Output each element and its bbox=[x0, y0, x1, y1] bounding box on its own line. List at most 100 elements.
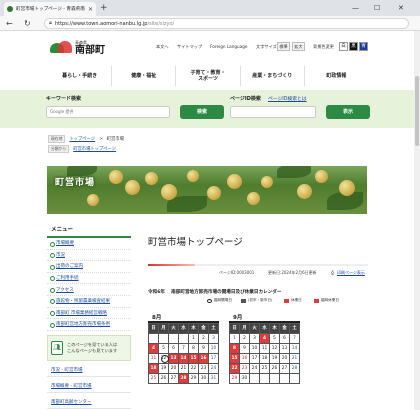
calendar-month-label: 9月 bbox=[229, 313, 300, 323]
keyword-search-label: キーワード検索 bbox=[46, 96, 82, 102]
calendar-day: 23 bbox=[199, 364, 209, 374]
keyword-search-input[interactable]: Google 提供 bbox=[46, 106, 170, 118]
site-logo[interactable]: 青森県 南部町 bbox=[50, 40, 105, 56]
calendar-day: 11 bbox=[149, 354, 159, 364]
calendar-day: 14 bbox=[290, 344, 300, 354]
skip-to-content-link[interactable]: 本文へ bbox=[156, 44, 169, 50]
keyword-search-button[interactable]: 検索 bbox=[180, 105, 224, 119]
gnav-living[interactable]: 暮らし・手続き bbox=[48, 66, 111, 86]
breadcrumb-home-link[interactable]: トップページ bbox=[69, 136, 95, 142]
calendar-day: 29 bbox=[189, 374, 199, 384]
calendar-day: 12 bbox=[270, 344, 280, 354]
pageid-input[interactable] bbox=[230, 106, 316, 118]
calendar-day: 17 bbox=[250, 354, 260, 364]
bg-blue-button[interactable]: 青 bbox=[359, 42, 368, 51]
gnav-childcare[interactable]: 子育て・教育・ スポーツ bbox=[175, 66, 239, 86]
weekday-header: 火 bbox=[250, 324, 260, 334]
url-host: https://www.town.aomori-nanbu.lg.jp bbox=[54, 20, 148, 27]
legend-circle-icon bbox=[207, 298, 212, 303]
breadcrumb-separator: > bbox=[99, 136, 103, 142]
print-page-link[interactable]: 印刷ページ表示 bbox=[337, 270, 365, 276]
sidebar-item-shipping-guide[interactable]: 出荷のご案内 bbox=[47, 261, 131, 273]
tab-close-icon[interactable]: ✕ bbox=[88, 6, 93, 13]
related-pages-box: 👥︎ このページを見ている人は こんなページも見ています bbox=[47, 335, 131, 361]
bg-black-button[interactable]: 黒 bbox=[349, 42, 358, 51]
calendar-day: 5 bbox=[270, 334, 280, 344]
reload-icon[interactable]: ↻ bbox=[24, 18, 31, 29]
scrollbar-thumb[interactable] bbox=[415, 76, 419, 146]
category-breadcrumb: 分類から 町営市場トップページ bbox=[48, 145, 116, 153]
background-color-label: 背景色変更 bbox=[313, 44, 334, 49]
related-link-overview[interactable]: 市場概要 - 町営市場 bbox=[47, 380, 131, 393]
calendar-day: 1 bbox=[230, 334, 240, 344]
calendar-day: 4 bbox=[260, 334, 270, 344]
gnav-health[interactable]: 健康・福祉 bbox=[111, 66, 175, 86]
back-icon[interactable]: ← bbox=[6, 18, 13, 29]
font-standard-button[interactable]: 標準 bbox=[277, 42, 290, 51]
sitemap-link[interactable]: サイトマップ bbox=[177, 44, 202, 50]
calendar-day: 3 bbox=[250, 334, 260, 344]
weekday-header: 金 bbox=[280, 324, 290, 334]
current-location-tag: 現在地 bbox=[48, 135, 66, 143]
calendar-day: 21 bbox=[179, 364, 189, 374]
calendar-day bbox=[260, 374, 270, 384]
calendar-day: 1 bbox=[189, 334, 199, 344]
sidebar-item-market-prices[interactable]: 市況 bbox=[47, 250, 131, 262]
weekday-header: 土 bbox=[290, 324, 300, 334]
sidebar-item-overview[interactable]: 市場概要 bbox=[47, 238, 131, 250]
global-nav: 暮らし・手続き 健康・福祉 子育て・教育・ スポーツ 産業・まちづくり 町政情報 bbox=[48, 66, 368, 86]
calendar-day: 29 bbox=[230, 374, 240, 384]
gnav-administration[interactable]: 町政情報 bbox=[303, 66, 368, 86]
maximize-button[interactable]: ☐ bbox=[374, 3, 380, 13]
calendar-day: 24 bbox=[250, 364, 260, 374]
calendar-day: 16 bbox=[240, 354, 250, 364]
calendar-day: 14 bbox=[179, 354, 189, 364]
sidebar-item-procedures[interactable]: ご利用手続 bbox=[47, 273, 131, 285]
search-band: キーワード検索 Google 提供 検索 ページID検索 ページID検索とは 表… bbox=[0, 90, 414, 128]
pageid-search-label: ページID検索 bbox=[230, 96, 261, 102]
calendar-day: 17 bbox=[209, 354, 219, 364]
close-window-button[interactable]: ✕ bbox=[398, 3, 404, 13]
related-link-market-prices[interactable]: 市況 - 町営市場 bbox=[47, 364, 131, 377]
weekday-header: 水 bbox=[260, 324, 270, 334]
weekday-header: 金 bbox=[199, 324, 209, 334]
calendar-day: 18 bbox=[260, 354, 270, 364]
calendar-day: 20 bbox=[169, 364, 179, 374]
town-emblem-icon bbox=[50, 41, 72, 55]
gnav-industry[interactable]: 産業・まちづくり bbox=[239, 66, 304, 86]
print-icon[interactable]: ⎙ bbox=[331, 270, 334, 275]
calendar-day: 10 bbox=[209, 344, 219, 354]
pageid-help-link[interactable]: ページID検索とは bbox=[268, 95, 307, 102]
sidebar-item-access[interactable]: アクセス bbox=[47, 284, 131, 296]
calendar-day bbox=[169, 334, 179, 344]
category-link[interactable]: 町営市場トップページ bbox=[73, 146, 116, 152]
breadcrumb: 現在地 トップページ > 町営市場 bbox=[48, 135, 124, 143]
font-large-button[interactable]: 拡大 bbox=[292, 42, 305, 51]
sidebar-item-pesticide-results[interactable]: 旅館物・残留農薬検査結果 bbox=[47, 296, 131, 308]
new-tab-button[interactable]: + bbox=[100, 2, 108, 14]
url-path: /site/sizyo/ bbox=[147, 20, 175, 27]
foreign-language-link[interactable]: Foreign Language bbox=[210, 44, 248, 49]
sidebar-menu-title: メニュー bbox=[47, 221, 131, 238]
calendar-day: 2 bbox=[199, 334, 209, 344]
pageid-show-button[interactable]: 表示 bbox=[326, 105, 370, 119]
page-title: 町営市場トップページ bbox=[148, 237, 243, 248]
calendar-day: 2 bbox=[240, 334, 250, 344]
url-input[interactable]: 🔒︎ https://www.town.aomori-nanbu.lg.jp/s… bbox=[44, 18, 409, 29]
page-scrollbar[interactable] bbox=[414, 31, 420, 410]
browser-tab[interactable]: 町営市場トップページ - 青森県南部町 ✕ bbox=[4, 2, 96, 16]
legend-dark-swatch bbox=[241, 298, 246, 303]
related-pages-text: このページを見ている人は こんなページも見ています bbox=[67, 342, 118, 353]
calendar-day: 25 bbox=[260, 364, 270, 374]
banner-title: 町営市場 bbox=[55, 178, 96, 188]
sidebar-item-ordinance[interactable]: 南部町営地方卸売市場条例 bbox=[47, 319, 131, 331]
minimize-button[interactable]: — bbox=[352, 3, 359, 13]
bg-white-button[interactable]: 白 bbox=[339, 42, 348, 51]
calendar-day: 13 bbox=[169, 354, 179, 364]
calendar-day bbox=[270, 374, 280, 384]
calendar-day: 19 bbox=[270, 354, 280, 364]
calendar-day: 9 bbox=[199, 344, 209, 354]
related-link-center[interactable]: 南部町高齢センター bbox=[47, 396, 131, 409]
sidebar-item-strategy[interactable]: 南部町 市場業務経営戦略 bbox=[47, 308, 131, 320]
calendar-day bbox=[290, 374, 300, 384]
